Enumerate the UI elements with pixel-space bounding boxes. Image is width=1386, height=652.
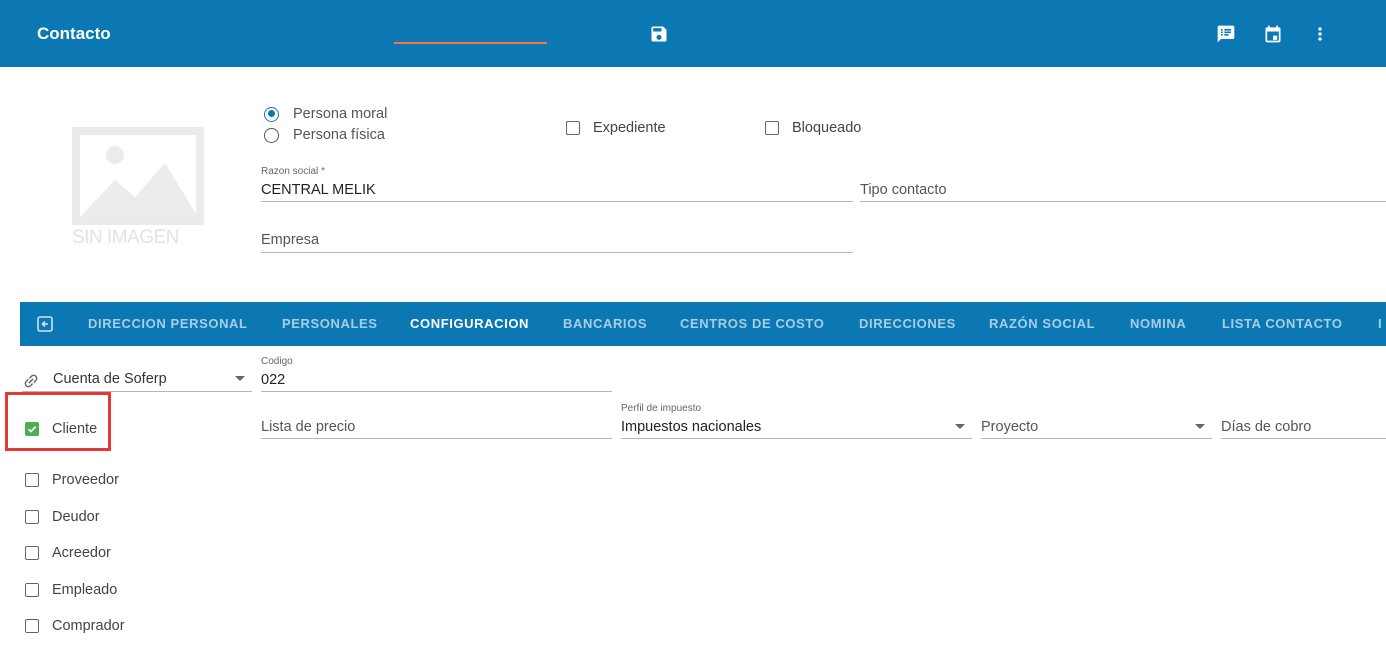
checkbox-label: Deudor bbox=[52, 509, 100, 525]
razon-social-field[interactable]: Razon social * CENTRAL MELIK bbox=[261, 164, 853, 202]
field-label: Razon social * bbox=[261, 166, 325, 177]
field-placeholder: Días de cobro bbox=[1221, 419, 1312, 435]
lista-precio-field[interactable]: Lista de precio bbox=[261, 410, 612, 439]
checkbox-empleado[interactable]: Empleado bbox=[25, 582, 117, 598]
field-label: Perfil de impuesto bbox=[621, 403, 702, 414]
checkbox-label: Proveedor bbox=[52, 472, 119, 488]
checkbox-icon bbox=[25, 510, 39, 524]
tab-centros-de-costo[interactable]: CENTROS DE COSTO bbox=[680, 302, 824, 346]
image-placeholder-icon bbox=[72, 127, 204, 225]
field-value: CENTRAL MELIK bbox=[261, 182, 376, 198]
highlight-annotation bbox=[5, 392, 111, 451]
page-title: Contacto bbox=[37, 24, 111, 43]
field-placeholder: Tipo contacto bbox=[860, 182, 947, 198]
tab-configuracion[interactable]: CONFIGURACION bbox=[410, 302, 529, 346]
field-placeholder: Proyecto bbox=[981, 419, 1039, 435]
save-icon[interactable] bbox=[647, 22, 671, 46]
radio-selected-icon bbox=[264, 106, 279, 122]
tab-personales[interactable]: PERSONALES bbox=[282, 302, 378, 346]
checkbox-icon bbox=[25, 546, 39, 560]
checkbox-acreedor[interactable]: Acreedor bbox=[25, 545, 111, 561]
field-value: 022 bbox=[261, 372, 286, 388]
tab-lista-contacto[interactable]: LISTA CONTACTO bbox=[1222, 302, 1343, 346]
radio-persona-fisica[interactable]: Persona física bbox=[264, 127, 385, 143]
tab-direcciones[interactable]: DIRECCIONES bbox=[859, 302, 956, 346]
more-vert-icon[interactable] bbox=[1308, 22, 1332, 46]
active-tab-indicator bbox=[394, 42, 547, 44]
no-image-label: SIN IMAGEN bbox=[72, 227, 179, 248]
top-app-bar: Contacto bbox=[0, 0, 1386, 67]
select-value: Impuestos nacionales bbox=[621, 419, 762, 435]
select-value: Cuenta de Soferp bbox=[53, 371, 167, 387]
dias-cobro-field[interactable]: Días de cobro bbox=[1221, 410, 1386, 439]
radio-label: Persona moral bbox=[293, 106, 388, 122]
radio-persona-moral[interactable]: Persona moral bbox=[264, 106, 387, 122]
field-placeholder: Lista de precio bbox=[261, 419, 356, 435]
tab-overflow[interactable]: I bbox=[1378, 302, 1382, 346]
field-label: Codigo bbox=[261, 356, 293, 367]
perfil-impuesto-select[interactable]: Perfil de impuesto Impuestos nacionales bbox=[621, 401, 972, 439]
checkbox-label: Comprador bbox=[52, 618, 125, 634]
checkbox-comprador[interactable]: Comprador bbox=[25, 618, 125, 634]
checkbox-expediente[interactable]: Expediente bbox=[566, 120, 666, 136]
tab-direccion-personal[interactable]: DIRECCION PERSONAL bbox=[88, 302, 248, 346]
dropdown-arrow-icon bbox=[955, 424, 965, 429]
empresa-field[interactable]: Empresa bbox=[261, 222, 853, 253]
proyecto-select[interactable]: Proyecto bbox=[981, 410, 1212, 439]
tab-bancarios[interactable]: BANCARIOS bbox=[563, 302, 647, 346]
cuenta-select[interactable]: Cuenta de Soferp bbox=[22, 360, 252, 392]
radio-label: Persona física bbox=[293, 127, 385, 143]
dropdown-arrow-icon bbox=[235, 376, 245, 381]
avatar-placeholder[interactable]: SIN IMAGEN bbox=[60, 125, 210, 265]
checkbox-bloqueado[interactable]: Bloqueado bbox=[765, 120, 861, 136]
field-placeholder: Empresa bbox=[261, 232, 320, 248]
calendar-icon[interactable] bbox=[1261, 22, 1285, 46]
checkbox-icon bbox=[566, 121, 580, 135]
tab-bar: DIRECCION PERSONAL PERSONALES CONFIGURAC… bbox=[20, 302, 1386, 346]
codigo-field[interactable]: Codigo 022 bbox=[261, 354, 612, 392]
link-icon bbox=[22, 372, 40, 390]
checkbox-icon bbox=[25, 583, 39, 597]
tipo-contacto-field[interactable]: Tipo contacto bbox=[860, 164, 1386, 202]
checkbox-label: Acreedor bbox=[52, 545, 111, 561]
checkbox-label: Bloqueado bbox=[792, 120, 862, 136]
checkbox-deudor[interactable]: Deudor bbox=[25, 509, 100, 525]
checkbox-icon bbox=[765, 121, 779, 135]
checkbox-label: Expediente bbox=[593, 120, 666, 136]
tab-razon-social[interactable]: RAZÓN SOCIAL bbox=[989, 302, 1095, 346]
checkbox-icon bbox=[25, 619, 39, 633]
checkbox-proveedor[interactable]: Proveedor bbox=[25, 472, 119, 488]
dropdown-arrow-icon bbox=[1195, 424, 1205, 429]
checkbox-icon bbox=[25, 473, 39, 487]
radio-unselected-icon bbox=[264, 127, 279, 143]
comment-icon[interactable] bbox=[1214, 22, 1238, 46]
tab-nomina[interactable]: NOMINA bbox=[1130, 302, 1186, 346]
checkbox-label: Empleado bbox=[52, 582, 118, 598]
collapse-tabs-icon[interactable] bbox=[37, 316, 53, 332]
